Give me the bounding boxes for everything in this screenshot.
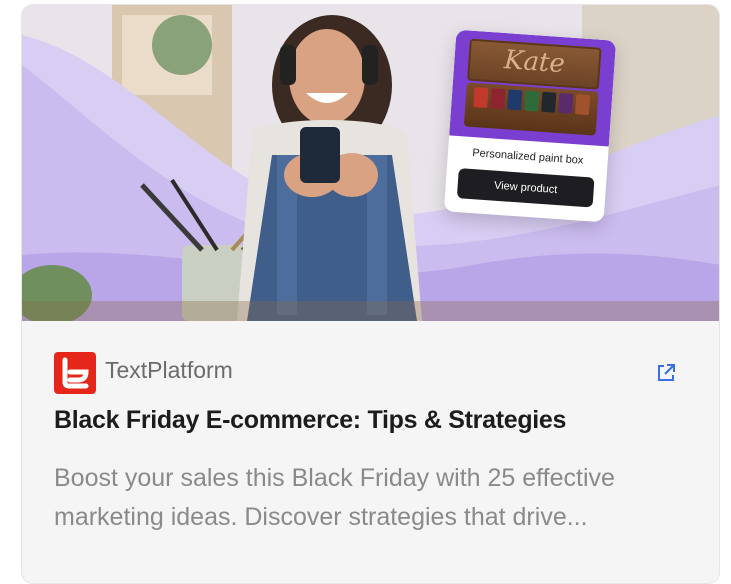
product-callout-card[interactable]: Kate Personalized paint box View product xyxy=(443,29,617,223)
source-row: TextPlatform xyxy=(54,352,694,394)
source-name: TextPlatform xyxy=(105,357,233,383)
article-card[interactable]: Kate Personalized paint box View product xyxy=(21,4,720,584)
paint-box-engraving: Kate xyxy=(503,45,566,80)
external-link-icon[interactable] xyxy=(655,362,677,384)
textplatform-logo-icon xyxy=(54,352,96,394)
hero-image: Kate Personalized paint box View product xyxy=(22,5,719,321)
article-description: Boost your sales this Black Friday with … xyxy=(54,464,615,531)
article-title[interactable]: Black Friday E-commerce: Tips & Strategi… xyxy=(54,406,694,435)
view-product-button[interactable]: View product xyxy=(456,168,595,208)
product-name: Personalized paint box xyxy=(471,147,584,167)
